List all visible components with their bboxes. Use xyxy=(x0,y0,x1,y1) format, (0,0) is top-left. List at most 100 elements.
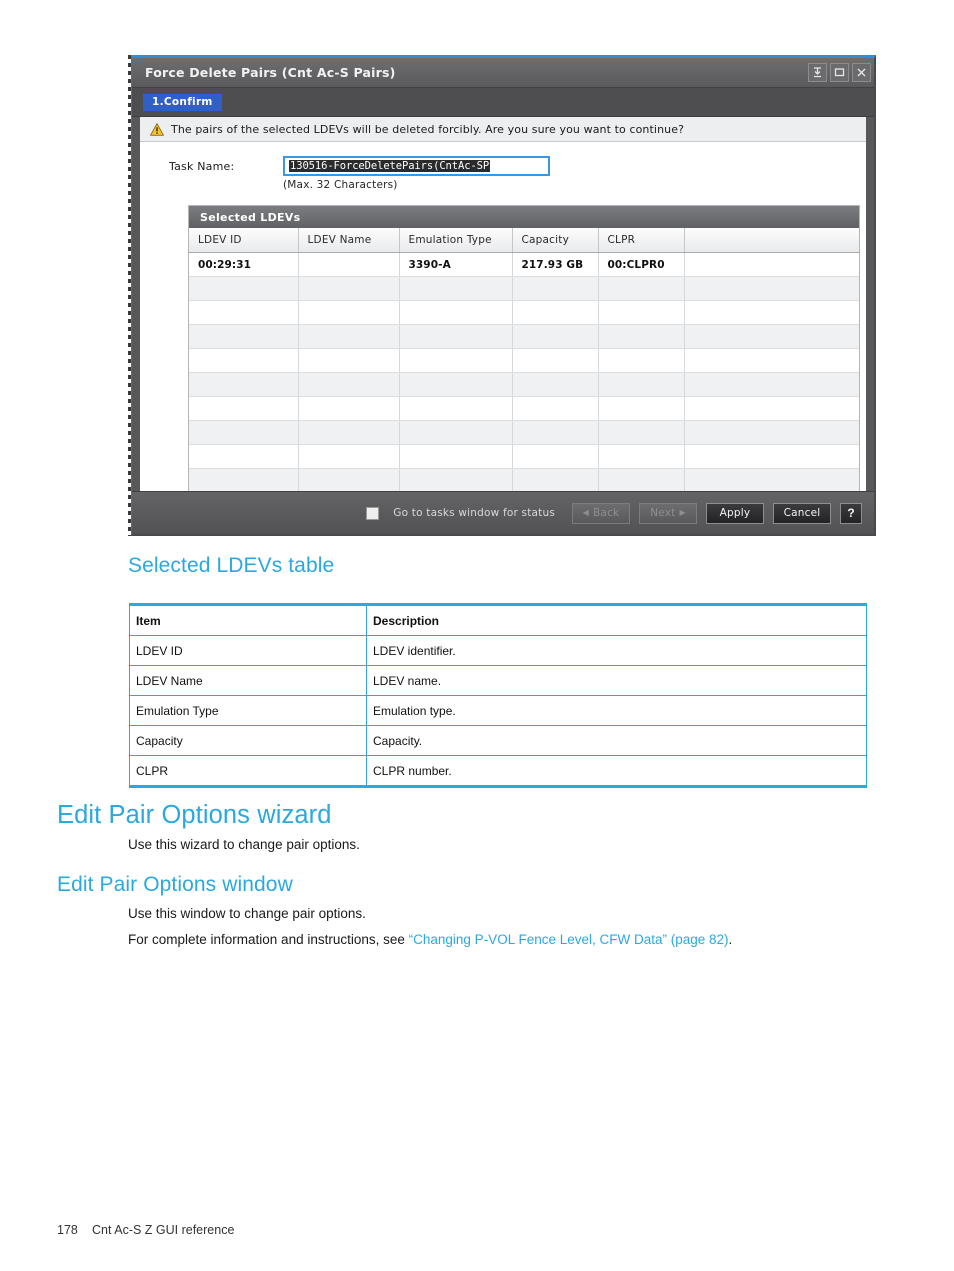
cancel-button[interactable]: Cancel xyxy=(773,502,831,524)
table-row[interactable]: 00:29:31 3390-A 217.93 GB 00:CLPR0 xyxy=(189,252,859,277)
table-row: Emulation Type Emulation type. xyxy=(129,695,867,726)
cell-ldev-id xyxy=(189,276,299,301)
column-header-spacer xyxy=(684,228,859,253)
cell-spacer xyxy=(684,252,859,277)
chevron-right-icon: ▶ xyxy=(679,508,686,517)
column-header-ldev-name[interactable]: LDEV Name xyxy=(298,228,400,253)
cell-ldev-id xyxy=(189,300,299,325)
table-row[interactable] xyxy=(189,300,859,325)
cell-ldev-name xyxy=(298,252,400,277)
cell-ldev-name xyxy=(298,420,400,445)
table-row[interactable] xyxy=(189,444,859,469)
cell-emulation-type xyxy=(399,324,513,349)
selected-ldevs-grid: Selected LDEVs LDEV ID LDEV Name Emulati… xyxy=(188,205,860,517)
column-header-emulation-type[interactable]: Emulation Type xyxy=(399,228,513,253)
cell-spacer xyxy=(684,300,859,325)
pin-icon[interactable] xyxy=(808,63,827,82)
next-button[interactable]: Next ▶ xyxy=(639,502,697,524)
cell-clpr xyxy=(598,276,685,301)
cell-emulation-type xyxy=(399,348,513,373)
cell-clpr xyxy=(598,396,685,421)
table-row: LDEV ID LDEV identifier. xyxy=(129,635,867,666)
maximize-icon[interactable] xyxy=(830,63,849,82)
cell-ldev-name xyxy=(298,276,400,301)
help-button[interactable]: ? xyxy=(840,502,862,524)
close-icon[interactable] xyxy=(852,63,871,82)
cell-clpr xyxy=(598,348,685,373)
doc-cell-item: LDEV Name xyxy=(129,665,367,696)
cell-emulation-type xyxy=(399,468,513,493)
cell-capacity xyxy=(512,372,599,397)
doc-column-header-description: Description xyxy=(366,603,867,636)
cell-clpr xyxy=(598,468,685,493)
doc-cell-description: LDEV identifier. xyxy=(366,635,867,666)
column-header-capacity[interactable]: Capacity xyxy=(512,228,599,253)
table-header-row: LDEV ID LDEV Name Emulation Type Capacit… xyxy=(189,228,859,253)
cell-clpr xyxy=(598,300,685,325)
page-footer-title: Cnt Ac-S Z GUI reference xyxy=(92,1223,235,1237)
cell-ldev-id xyxy=(189,396,299,421)
cell-clpr xyxy=(598,372,685,397)
cell-emulation-type xyxy=(399,420,513,445)
warning-bar: The pairs of the selected LDEVs will be … xyxy=(140,117,866,142)
cell-ldev-id xyxy=(189,348,299,373)
cell-capacity xyxy=(512,324,599,349)
task-name-row: Task Name: 130516-ForceDeletePairs(CntAc… xyxy=(169,156,866,176)
go-to-tasks-checkbox[interactable] xyxy=(366,506,380,520)
wizard-description: Use this wizard to change pair options. xyxy=(128,837,360,852)
cell-ldev-id xyxy=(189,372,299,397)
table-row[interactable] xyxy=(189,420,859,445)
cell-ldev-name xyxy=(298,348,400,373)
doc-cell-description: Emulation type. xyxy=(366,695,867,726)
table-row[interactable] xyxy=(189,396,859,421)
cell-capacity xyxy=(512,396,599,421)
cell-spacer xyxy=(684,324,859,349)
selected-ldevs-grid-title: Selected LDEVs xyxy=(189,206,859,228)
table-row: LDEV Name LDEV name. xyxy=(129,665,867,696)
chevron-left-icon: ◀ xyxy=(582,508,590,517)
table-row: CLPR CLPR number. xyxy=(129,755,867,788)
task-name-label: Task Name: xyxy=(169,159,235,173)
back-button[interactable]: ◀ Back xyxy=(572,502,630,524)
apply-button[interactable]: Apply xyxy=(706,502,764,524)
doc-cell-item: Emulation Type xyxy=(129,695,367,726)
doc-cell-item: CLPR xyxy=(129,755,367,788)
doc-cell-item: LDEV ID xyxy=(129,635,367,666)
step-tab-confirm[interactable]: 1.Confirm xyxy=(143,93,222,111)
dialog-content: The pairs of the selected LDEVs will be … xyxy=(132,117,874,517)
task-name-input[interactable]: 130516-ForceDeletePairs(CntAc-SP xyxy=(283,156,550,176)
cell-emulation-type xyxy=(399,396,513,421)
cell-spacer xyxy=(684,348,859,373)
cell-emulation-type xyxy=(399,372,513,397)
doc-table-header-row: Item Description xyxy=(129,603,867,636)
cell-capacity: 217.93 GB xyxy=(512,252,599,277)
selected-ldevs-doc-table: Item Description LDEV ID LDEV identifier… xyxy=(129,603,867,788)
cell-spacer xyxy=(684,372,859,397)
cell-capacity xyxy=(512,348,599,373)
cell-ldev-id xyxy=(189,444,299,469)
cell-ldev-name xyxy=(298,444,400,469)
cell-spacer xyxy=(684,276,859,301)
column-header-clpr[interactable]: CLPR xyxy=(598,228,685,253)
table-row: Capacity Capacity. xyxy=(129,725,867,756)
table-row[interactable] xyxy=(189,468,859,493)
cell-clpr xyxy=(598,324,685,349)
table-row[interactable] xyxy=(189,348,859,373)
column-header-ldev-id[interactable]: LDEV ID xyxy=(189,228,299,253)
next-button-label: Next xyxy=(650,507,676,519)
task-name-value: 130516-ForceDeletePairs(CntAc-SP xyxy=(289,160,491,172)
cell-ldev-id xyxy=(189,324,299,349)
doc-cell-description: CLPR number. xyxy=(366,755,867,788)
table-row[interactable] xyxy=(189,324,859,349)
cancel-button-label: Cancel xyxy=(783,507,821,519)
window-description: Use this window to change pair options. xyxy=(128,906,366,921)
heading-edit-pair-options-window: Edit Pair Options window xyxy=(57,873,293,896)
cell-emulation-type xyxy=(399,300,513,325)
cell-emulation-type xyxy=(399,444,513,469)
force-delete-pairs-dialog: Force Delete Pairs (Cnt Ac-S Pairs) 1.Co… xyxy=(131,55,876,536)
cross-reference-link[interactable]: “Changing P-VOL Fence Level, CFW Data” (… xyxy=(409,932,729,947)
doc-column-header-item: Item xyxy=(129,603,367,636)
table-row[interactable] xyxy=(189,276,859,301)
cell-capacity xyxy=(512,300,599,325)
table-row[interactable] xyxy=(189,372,859,397)
